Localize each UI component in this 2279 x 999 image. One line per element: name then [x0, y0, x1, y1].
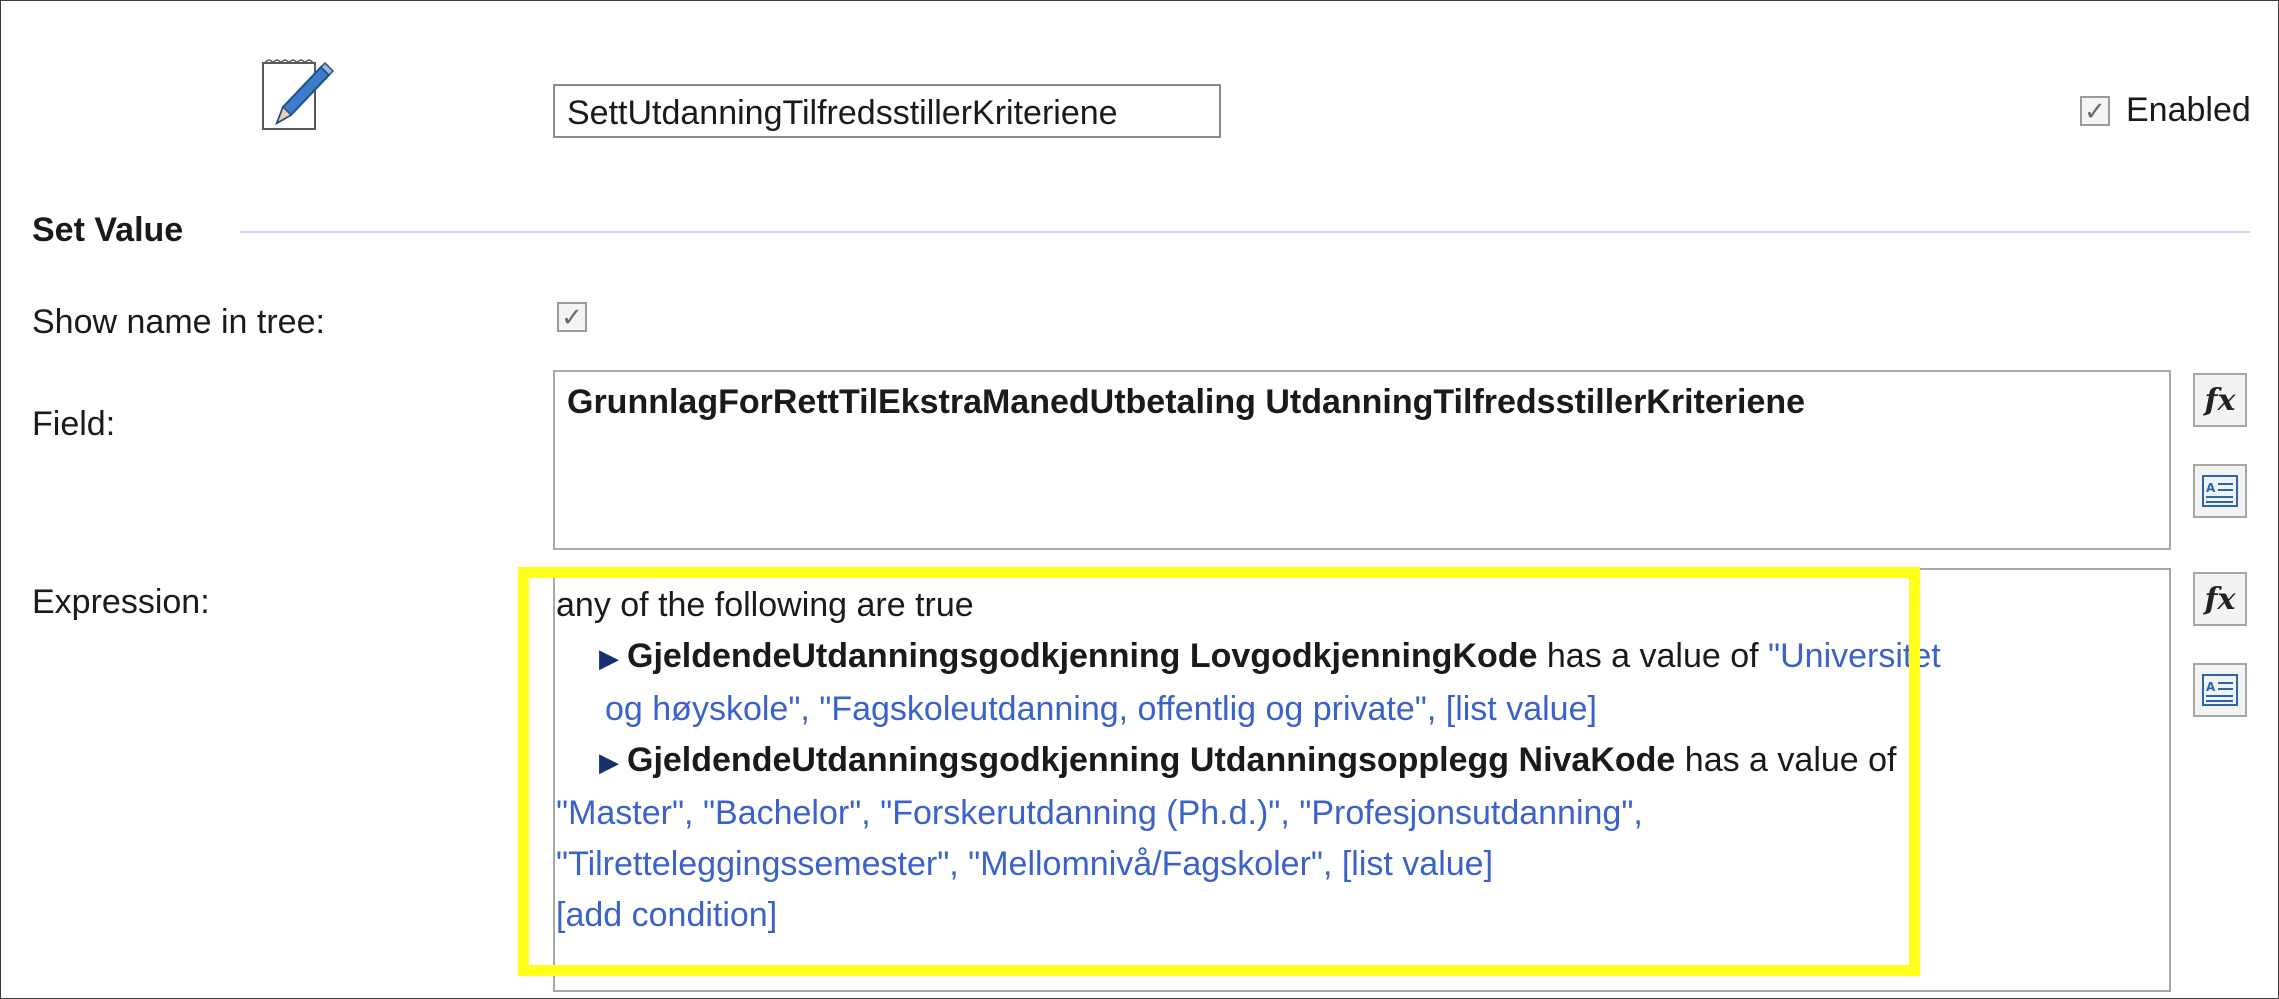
condition-1-value[interactable]: "Universitet	[1768, 637, 1941, 675]
condition-2-values-line1[interactable]: "Master", "Bachelor", "Forskerutdanning …	[556, 788, 2156, 839]
section-title: Set Value	[32, 211, 184, 249]
checkmark-icon: ✓	[561, 302, 583, 332]
expression-header[interactable]: any of the following are true	[556, 580, 2156, 631]
condition-1-value-cont[interactable]: og høyskole", "Fagskoleutdanning, offent…	[556, 684, 2156, 735]
checkmark-icon: ✓	[2084, 96, 2106, 126]
condition-1-operator[interactable]: has a value of	[1537, 637, 1768, 675]
show-name-label: Show name in tree:	[32, 303, 325, 341]
field-formula-button[interactable]: fx	[2193, 373, 2247, 427]
expression-editor-button[interactable]: A	[2193, 663, 2247, 717]
function-icon: fx	[2204, 382, 2236, 418]
expression-label: Expression:	[32, 583, 210, 621]
enabled-checkbox[interactable]: ✓	[2080, 96, 2110, 126]
section-divider	[240, 231, 2250, 233]
condition-1: ▶ GjeldendeUtdanningsgodkjenning Lovgodkj…	[556, 631, 2156, 684]
rule-name-input[interactable]: SettUtdanningTilfredsstillerKriteriene	[553, 84, 1221, 138]
svg-text:A: A	[2206, 481, 2216, 495]
condition-2-values-line2[interactable]: "Tilretteleggingssemester", "Mellomnivå/…	[556, 839, 2156, 890]
expression-formula-button[interactable]: fx	[2193, 572, 2247, 626]
function-icon: fx	[2204, 581, 2236, 617]
add-condition-link[interactable]: [add condition]	[556, 890, 2156, 941]
text-editor-icon: A	[2202, 475, 2238, 507]
edit-pencil-icon	[255, 45, 335, 145]
expand-arrow-icon[interactable]: ▶	[599, 747, 619, 777]
svg-text:A: A	[2206, 680, 2216, 694]
field-label: Field:	[32, 405, 116, 443]
condition-2-operator[interactable]: has a value of	[1675, 741, 1897, 779]
field-value: GrunnlagForRettTilEkstraManedUtbetaling …	[567, 383, 1806, 421]
enabled-label: Enabled	[2126, 91, 2251, 129]
expression-content: any of the following are true ▶ Gjeldende…	[556, 580, 2156, 941]
expand-arrow-icon[interactable]: ▶	[599, 643, 619, 673]
condition-2-field[interactable]: GjeldendeUtdanningsgodkjenning Utdanning…	[627, 741, 1675, 779]
field-input[interactable]: GrunnlagForRettTilEkstraManedUtbetaling …	[553, 370, 2171, 550]
condition-1-field[interactable]: GjeldendeUtdanningsgodkjenning Lovgodkje…	[627, 637, 1537, 675]
text-editor-icon: A	[2202, 674, 2238, 706]
show-name-checkbox[interactable]: ✓	[557, 302, 587, 332]
condition-2: ▶ GjeldendeUtdanningsgodkjenning Utdannin…	[556, 735, 2156, 788]
field-editor-button[interactable]: A	[2193, 464, 2247, 518]
